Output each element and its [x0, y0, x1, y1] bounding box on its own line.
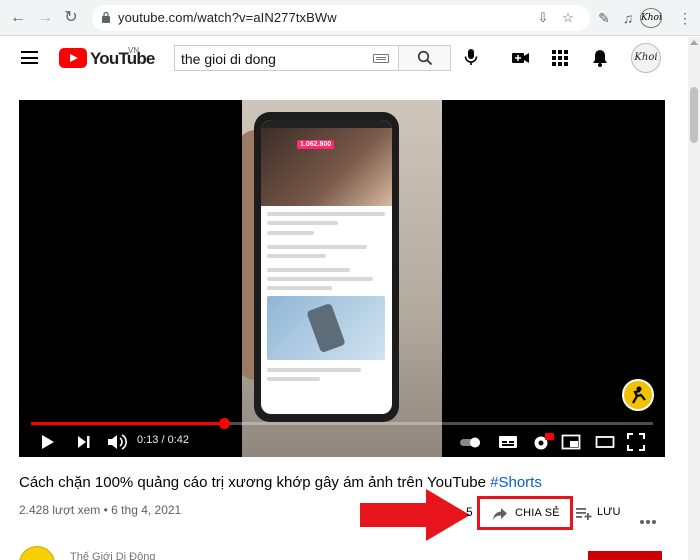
youtube-play-logo-icon — [59, 48, 87, 68]
upload-date: 6 thg 4, 2021 — [111, 503, 182, 517]
phone-text-lines — [267, 212, 385, 295]
youtube-header: YouTube VN the gioi di dong Khoi — [0, 37, 688, 79]
menu-icon[interactable] — [21, 51, 38, 64]
page-scrollbar[interactable] — [688, 37, 700, 560]
subscribe-button[interactable] — [588, 551, 662, 560]
media-queue-icon[interactable]: ♫ — [619, 9, 637, 27]
progress-played — [31, 422, 224, 425]
create-video-icon[interactable] — [509, 47, 531, 69]
address-bar[interactable]: youtube.com/watch?v=aIN277txBWw ⇩ ☆ — [92, 5, 590, 31]
lock-icon — [102, 11, 110, 23]
user-avatar[interactable]: Khoi — [631, 43, 661, 73]
save-label: LƯU — [597, 506, 621, 518]
phone-image: 1.062.800 — [254, 112, 399, 422]
country-code: VN — [128, 46, 140, 55]
back-arrow-icon[interactable]: ← — [8, 8, 28, 28]
channel-name[interactable]: Thế Giới Di Động — [70, 551, 155, 560]
logo-text: YouTube — [90, 49, 155, 68]
play-icon[interactable] — [39, 432, 57, 452]
bookmark-star-icon[interactable]: ☆ — [560, 10, 576, 26]
save-playlist-icon — [576, 508, 592, 520]
search-icon — [417, 50, 433, 66]
time-display: 0:13 / 0:42 — [137, 434, 189, 446]
scrollbar-thumb[interactable] — [690, 87, 698, 143]
apps-grid-icon[interactable] — [549, 47, 571, 69]
install-app-icon[interactable]: ⇩ — [535, 10, 551, 26]
progress-scrubber[interactable] — [218, 418, 230, 429]
search-input[interactable]: the gioi di dong — [174, 45, 398, 71]
channel-watermark-icon[interactable] — [622, 379, 654, 411]
scroll-up-arrow-icon[interactable] — [690, 40, 698, 45]
shorts-hashtag-link[interactable]: #Shorts — [490, 474, 542, 491]
url-text: youtube.com/watch?v=aIN277txBWw — [118, 10, 337, 25]
volume-icon[interactable] — [106, 432, 128, 452]
video-player[interactable]: 1.062.800 0:13 / 0:42 — [19, 100, 665, 457]
next-icon[interactable] — [75, 432, 93, 452]
browser-profile-avatar[interactable]: Khoi — [640, 8, 662, 28]
keyboard-icon[interactable] — [373, 54, 389, 63]
annotation-red-arrow — [360, 489, 470, 541]
meta-separator: • — [103, 503, 108, 517]
browser-menu-icon[interactable]: ⋮ — [676, 9, 694, 27]
browser-toolbar: ← → ↻ youtube.com/watch?v=aIN277txBWw ⇩ … — [0, 0, 700, 36]
phone-status-bar — [261, 120, 392, 128]
microphone-icon[interactable] — [461, 47, 481, 67]
phone-video-thumbnail — [267, 296, 385, 360]
share-button[interactable]: CHIA SẺ — [477, 496, 573, 530]
theater-mode-icon[interactable] — [595, 432, 615, 452]
phone-ad-price: 1.062.800 — [297, 140, 335, 149]
video-meta: 2.428 lượt xem • 6 thg 4, 2021 — [19, 503, 181, 517]
settings-gear-icon[interactable] — [531, 432, 555, 452]
phone-text-lines-bottom — [267, 368, 385, 386]
phone-screen: 1.062.800 — [261, 120, 392, 414]
subtitles-icon[interactable] — [498, 432, 518, 452]
reload-icon[interactable]: ↻ — [61, 8, 81, 28]
more-actions-icon[interactable] — [640, 511, 658, 524]
notifications-bell-icon[interactable] — [589, 47, 611, 69]
progress-bar[interactable] — [31, 418, 653, 429]
autoplay-toggle-icon[interactable] — [458, 432, 484, 452]
share-label: CHIA SẺ — [515, 507, 560, 519]
phone-ad-video: 1.062.800 — [261, 128, 392, 206]
dislike-count: 5 — [466, 505, 473, 519]
search-button[interactable] — [398, 45, 451, 71]
view-count: 2.428 lượt xem — [19, 503, 101, 517]
share-arrow-icon — [493, 508, 507, 520]
extensions-puzzle-icon[interactable]: ✎ — [595, 9, 613, 27]
channel-avatar[interactable] — [19, 546, 55, 560]
search-query: the gioi di dong — [181, 51, 276, 67]
forward-arrow-icon[interactable]: → — [35, 8, 55, 28]
video-frame: 1.062.800 — [242, 100, 442, 457]
miniplayer-icon[interactable] — [561, 432, 581, 452]
fullscreen-icon[interactable] — [626, 432, 646, 452]
